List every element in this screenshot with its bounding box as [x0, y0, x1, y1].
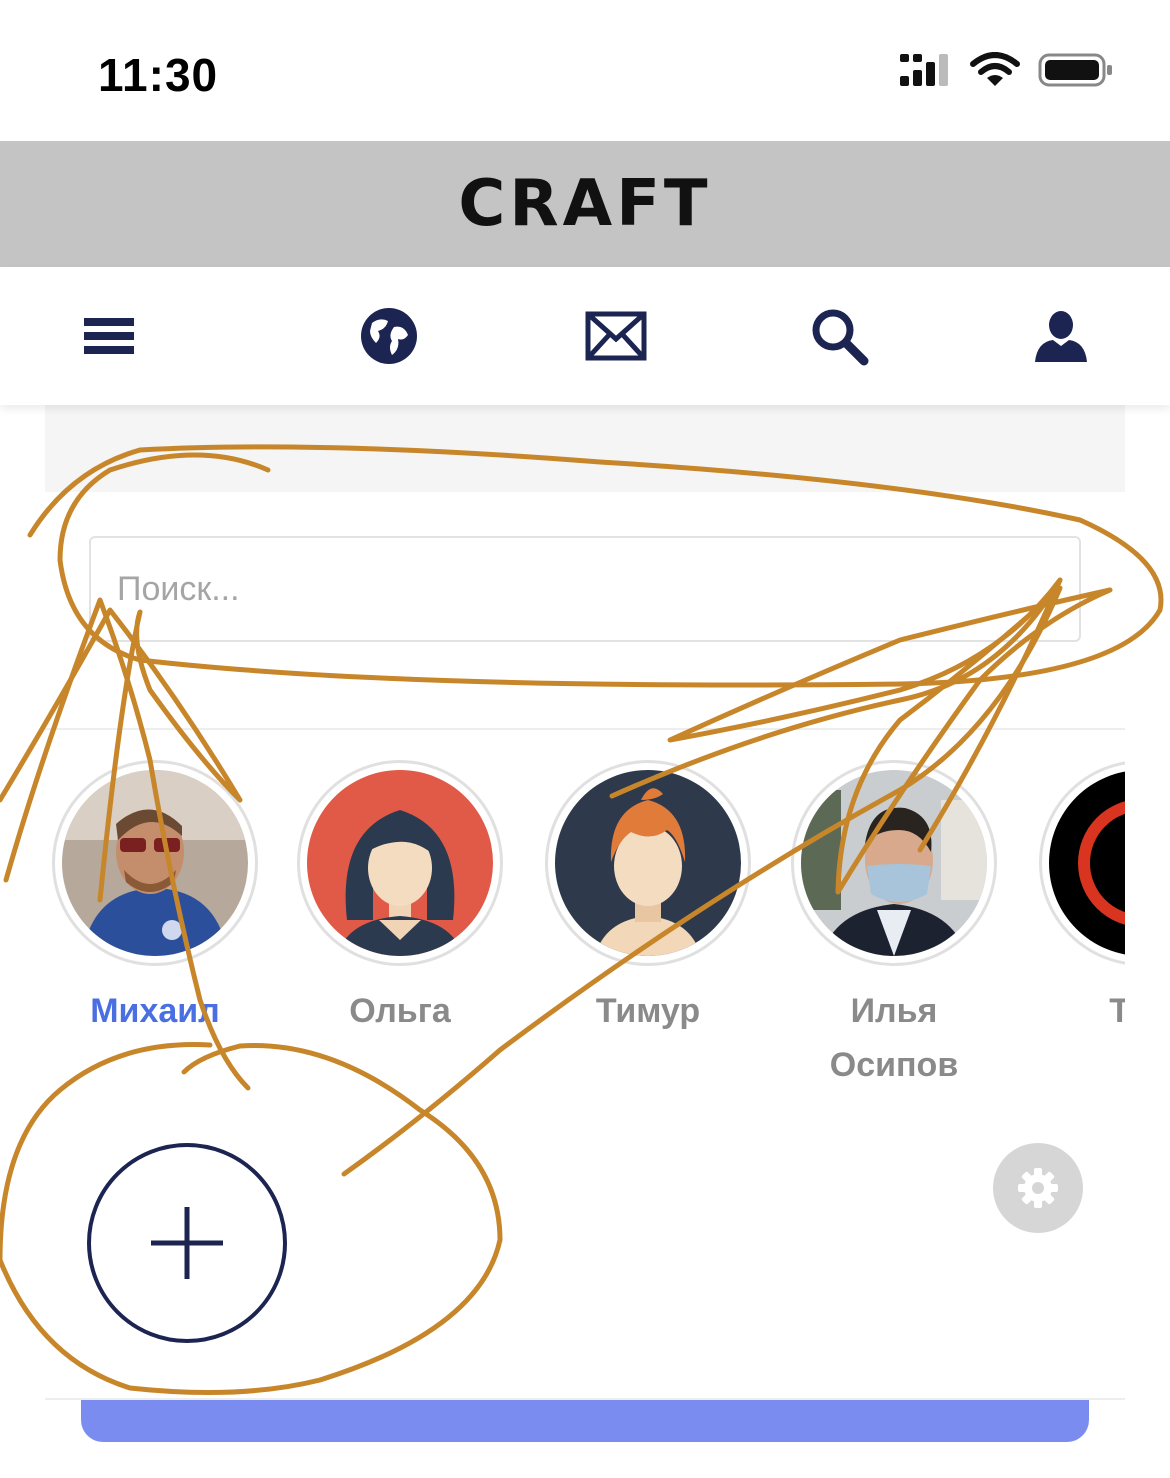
- avatar: [307, 770, 493, 956]
- avatar: [801, 770, 987, 956]
- search-button[interactable]: [806, 303, 872, 369]
- top-nav: [0, 267, 1170, 405]
- contact-item[interactable]: Ольга: [290, 760, 510, 1038]
- contact-name: Тимур: [595, 992, 701, 1030]
- settings-button[interactable]: [993, 1143, 1083, 1233]
- status-bar: 11:30: [0, 0, 1170, 141]
- brand-header: CRAFT: [0, 141, 1170, 267]
- menu-button[interactable]: [76, 303, 142, 369]
- avatar: [555, 770, 741, 956]
- signal-icon: [900, 54, 948, 86]
- status-time: 11:30: [98, 49, 219, 101]
- profile-button[interactable]: [1028, 303, 1094, 369]
- mail-button[interactable]: [583, 303, 649, 369]
- contact-name: Михаил: [90, 992, 220, 1030]
- battery-icon: [1038, 53, 1112, 87]
- contact-item[interactable]: Михаил: [45, 760, 265, 1038]
- wifi-icon: [970, 52, 1020, 86]
- contact-name: Ольга: [349, 992, 451, 1030]
- menu-icon: [84, 318, 134, 354]
- contact-item[interactable]: Тим: [1032, 760, 1125, 1038]
- search-icon: [812, 309, 869, 366]
- contact-name: Тим: [1109, 992, 1125, 1030]
- contacts-carousel[interactable]: Михаил Ольга Тимур Илья Осипов Т: [45, 760, 1125, 1090]
- bottom-action-bar[interactable]: [81, 1400, 1089, 1442]
- contact-item[interactable]: Тимур: [538, 760, 758, 1038]
- app-logo[interactable]: CRAFT: [458, 167, 711, 241]
- gear-icon: [1018, 1168, 1058, 1208]
- content-header-strip: [45, 405, 1125, 492]
- user-icon: [1035, 311, 1087, 362]
- divider: [45, 728, 1125, 730]
- status-icons: [898, 52, 1114, 88]
- main-content: Михаил Ольга: [45, 405, 1125, 1405]
- globe-button[interactable]: [356, 303, 422, 369]
- globe-icon: [361, 308, 417, 364]
- avatar: [1049, 770, 1125, 956]
- contact-item[interactable]: Илья Осипов: [784, 760, 1004, 1090]
- plus-icon: [151, 1207, 223, 1279]
- avatar: [62, 770, 248, 956]
- add-button[interactable]: [87, 1143, 287, 1343]
- search-input[interactable]: [89, 536, 1081, 642]
- contact-name: Илья Осипов: [829, 992, 959, 1084]
- mail-icon: [585, 311, 647, 361]
